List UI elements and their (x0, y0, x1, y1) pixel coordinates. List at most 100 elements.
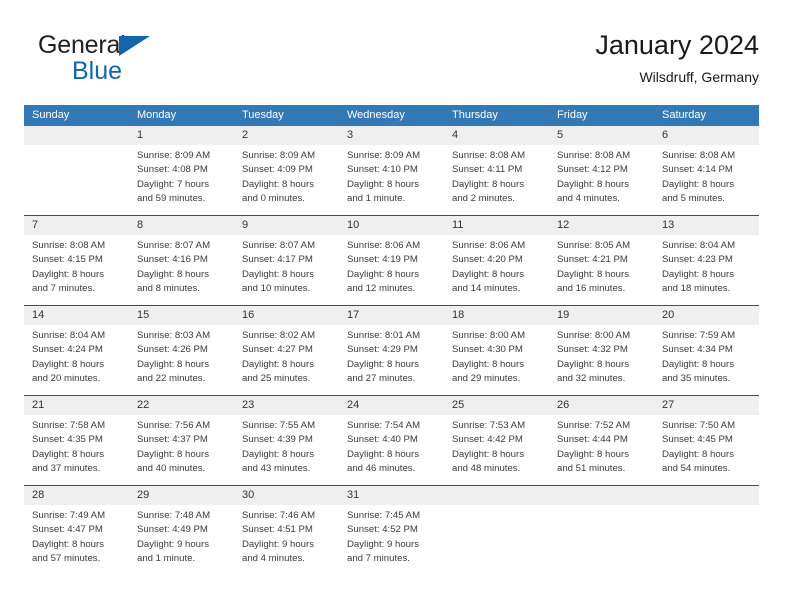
day-cell[interactable]: 30 Sunrise: 7:46 AM Sunset: 4:51 PM Dayligh… (234, 486, 339, 575)
daylight-text-line2: and 7 minutes. (347, 553, 410, 565)
day-cell[interactable]: 7 Sunrise: 8:08 AM Sunset: 4:15 PM Daylight… (24, 216, 129, 305)
day-cell[interactable]: 31 Sunrise: 7:45 AM Sunset: 4:52 PM Dayligh… (339, 486, 444, 575)
sunset-text: Sunset: 4:12 PM (557, 164, 628, 176)
day-number (24, 126, 129, 145)
day-cell[interactable]: 3 Sunrise: 8:09 AM Sunset: 4:10 PM Daylight… (339, 126, 444, 215)
day-cell[interactable]: 10 Sunrise: 8:06 AM Sunset: 4:19 PM Dayligh… (339, 216, 444, 305)
sunset-text: Sunset: 4:19 PM (347, 254, 418, 266)
daylight-text-line1: Daylight: 8 hours (32, 358, 104, 370)
daylight-text-line1: Daylight: 8 hours (242, 178, 314, 190)
day-cell[interactable]: 5 Sunrise: 8:08 AM Sunset: 4:12 PM Daylight… (549, 126, 654, 215)
day-cell[interactable]: 20 Sunrise: 7:59 AM Sunset: 4:34 PM Dayligh… (654, 306, 759, 395)
day-cell[interactable]: 12 Sunrise: 8:05 AM Sunset: 4:21 PM Dayligh… (549, 216, 654, 305)
sunset-text: Sunset: 4:40 PM (347, 434, 418, 446)
day-number: 20 (654, 306, 759, 325)
day-number: 13 (654, 216, 759, 235)
day-cell[interactable]: 25 Sunrise: 7:53 AM Sunset: 4:42 PM Dayligh… (444, 396, 549, 485)
daylight-text-line2: and 51 minutes. (557, 463, 626, 475)
day-cell[interactable]: 14 Sunrise: 8:04 AM Sunset: 4:24 PM Dayligh… (24, 306, 129, 395)
day-cell[interactable]: 18 Sunrise: 8:00 AM Sunset: 4:30 PM Dayligh… (444, 306, 549, 395)
daylight-text-line2: and 27 minutes. (347, 373, 416, 385)
weekday-header-saturday: Saturday (662, 109, 707, 121)
daylight-text-line1: Daylight: 8 hours (347, 268, 419, 280)
daylight-text-line2: and 14 minutes. (452, 283, 521, 295)
sunset-text: Sunset: 4:27 PM (242, 344, 313, 356)
daylight-text-line2: and 22 minutes. (137, 373, 206, 385)
sunrise-text: Sunrise: 8:05 AM (557, 240, 631, 251)
day-cell[interactable]: 8 Sunrise: 8:07 AM Sunset: 4:16 PM Daylight… (129, 216, 234, 305)
daylight-text-line2: and 40 minutes. (137, 463, 206, 475)
sunset-text: Sunset: 4:09 PM (242, 164, 313, 176)
day-number: 25 (444, 396, 549, 415)
daylight-text-line2: and 25 minutes. (242, 373, 311, 385)
day-details: Sunrise: 8:08 AM Sunset: 4:12 PM Daylight:… (549, 145, 654, 215)
day-number: 7 (24, 216, 129, 235)
day-details: Sunrise: 8:01 AM Sunset: 4:29 PM Daylight:… (339, 325, 444, 395)
day-cell[interactable]: 6 Sunrise: 8:08 AM Sunset: 4:14 PM Daylight… (654, 126, 759, 215)
day-details: Sunrise: 8:09 AM Sunset: 4:09 PM Daylight:… (234, 145, 339, 215)
daylight-text-line1: Daylight: 7 hours (137, 178, 209, 190)
sunrise-text: Sunrise: 8:02 AM (242, 330, 316, 341)
daylight-text-line2: and 20 minutes. (32, 373, 101, 385)
day-number: 23 (234, 396, 339, 415)
sunrise-text: Sunrise: 8:08 AM (662, 150, 736, 161)
day-cell[interactable]: 28 Sunrise: 7:49 AM Sunset: 4:47 PM Dayligh… (24, 486, 129, 575)
day-cell[interactable]: 24 Sunrise: 7:54 AM Sunset: 4:40 PM Dayligh… (339, 396, 444, 485)
day-cell[interactable]: 19 Sunrise: 8:00 AM Sunset: 4:32 PM Dayligh… (549, 306, 654, 395)
daylight-text-line2: and 18 minutes. (662, 283, 731, 295)
sunset-text: Sunset: 4:47 PM (32, 524, 103, 536)
weekday-header-row: Sunday Monday Tuesday Wednesday Thursday Frid… (24, 105, 759, 126)
day-cell[interactable]: 26 Sunrise: 7:52 AM Sunset: 4:44 PM Dayligh… (549, 396, 654, 485)
day-number: 4 (444, 126, 549, 145)
daylight-text-line2: and 48 minutes. (452, 463, 521, 475)
day-cell[interactable]: 11 Sunrise: 8:06 AM Sunset: 4:20 PM Dayligh… (444, 216, 549, 305)
daylight-text-line1: Daylight: 8 hours (662, 358, 734, 370)
day-number: 9 (234, 216, 339, 235)
daylight-text-line2: and 10 minutes. (242, 283, 311, 295)
sunset-text: Sunset: 4:08 PM (137, 164, 208, 176)
day-details: Sunrise: 8:00 AM Sunset: 4:30 PM Daylight:… (444, 325, 549, 395)
logo-text-blue: Blue (72, 57, 123, 85)
day-number: 2 (234, 126, 339, 145)
daylight-text-line1: Daylight: 8 hours (662, 178, 734, 190)
day-details: Sunrise: 8:08 AM Sunset: 4:14 PM Daylight:… (654, 145, 759, 215)
daylight-text-line1: Daylight: 8 hours (137, 268, 209, 280)
daylight-text-line2: and 32 minutes. (557, 373, 626, 385)
day-cell[interactable]: 21 Sunrise: 7:58 AM Sunset: 4:35 PM Dayligh… (24, 396, 129, 485)
sunset-text: Sunset: 4:39 PM (242, 434, 313, 446)
sunrise-text: Sunrise: 7:59 AM (662, 330, 736, 341)
day-details (444, 505, 549, 575)
day-cell[interactable]: 27 Sunrise: 7:50 AM Sunset: 4:45 PM Dayligh… (654, 396, 759, 485)
day-cell[interactable]: 13 Sunrise: 8:04 AM Sunset: 4:23 PM Dayligh… (654, 216, 759, 305)
day-cell[interactable]: 29 Sunrise: 7:48 AM Sunset: 4:49 PM Dayligh… (129, 486, 234, 575)
daylight-text-line2: and 8 minutes. (137, 283, 200, 295)
week-cells: 21 Sunrise: 7:58 AM Sunset: 4:35 PM Dayligh… (24, 396, 759, 485)
day-cell[interactable]: 23 Sunrise: 7:55 AM Sunset: 4:39 PM Dayligh… (234, 396, 339, 485)
daylight-text-line1: Daylight: 8 hours (452, 268, 524, 280)
day-cell[interactable]: 1 Sunrise: 8:09 AM Sunset: 4:08 PM Daylight… (129, 126, 234, 215)
day-cell[interactable]: 22 Sunrise: 7:56 AM Sunset: 4:37 PM Dayligh… (129, 396, 234, 485)
day-cell[interactable]: 9 Sunrise: 8:07 AM Sunset: 4:17 PM Daylight… (234, 216, 339, 305)
day-details: Sunrise: 8:09 AM Sunset: 4:08 PM Daylight:… (129, 145, 234, 215)
day-cell[interactable]: 4 Sunrise: 8:08 AM Sunset: 4:11 PM Daylight… (444, 126, 549, 215)
sunrise-text: Sunrise: 8:01 AM (347, 330, 421, 341)
daylight-text-line2: and 7 minutes. (32, 283, 95, 295)
day-number: 31 (339, 486, 444, 505)
day-details: Sunrise: 8:09 AM Sunset: 4:10 PM Daylight:… (339, 145, 444, 215)
sunset-text: Sunset: 4:26 PM (137, 344, 208, 356)
day-number (444, 486, 549, 505)
week-cells: 14 Sunrise: 8:04 AM Sunset: 4:24 PM Dayligh… (24, 306, 759, 395)
day-cell[interactable]: 15 Sunrise: 8:03 AM Sunset: 4:26 PM Dayligh… (129, 306, 234, 395)
week-cells: 7 Sunrise: 8:08 AM Sunset: 4:15 PM Daylight… (24, 216, 759, 305)
day-details: Sunrise: 8:04 AM Sunset: 4:24 PM Daylight:… (24, 325, 129, 395)
sunset-text: Sunset: 4:11 PM (452, 164, 523, 176)
daylight-text-line1: Daylight: 8 hours (452, 448, 524, 460)
day-cell[interactable]: 2 Sunrise: 8:09 AM Sunset: 4:09 PM Daylight… (234, 126, 339, 215)
day-cell[interactable]: 17 Sunrise: 8:01 AM Sunset: 4:29 PM Dayligh… (339, 306, 444, 395)
sunset-text: Sunset: 4:23 PM (662, 254, 733, 266)
sunrise-text: Sunrise: 8:00 AM (452, 330, 526, 341)
day-cell[interactable]: 16 Sunrise: 8:02 AM Sunset: 4:27 PM Dayligh… (234, 306, 339, 395)
sunrise-text: Sunrise: 7:48 AM (137, 510, 211, 521)
sunset-text: Sunset: 4:21 PM (557, 254, 628, 266)
week-cells: 28 Sunrise: 7:49 AM Sunset: 4:47 PM Dayligh… (24, 486, 759, 575)
